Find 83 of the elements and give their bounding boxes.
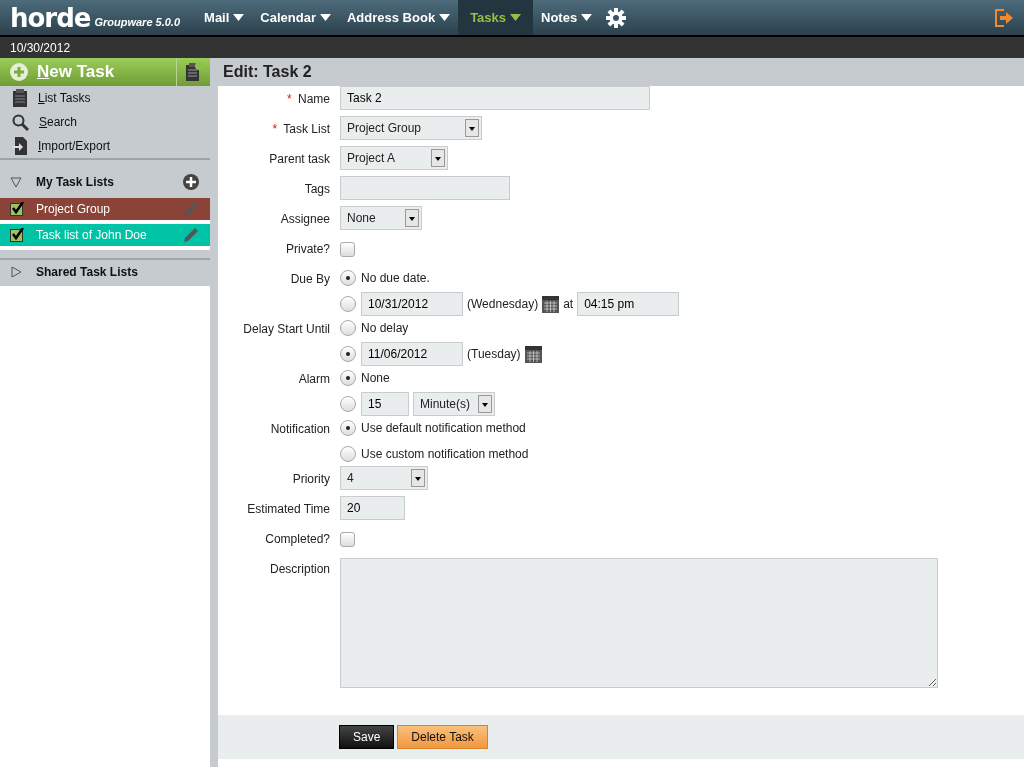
field-label: Task List bbox=[283, 122, 330, 136]
checkbox[interactable] bbox=[10, 202, 24, 216]
field-label: Priority bbox=[292, 472, 330, 486]
import-export-icon bbox=[12, 137, 28, 155]
section-title: Shared Task Lists bbox=[36, 265, 138, 279]
caret-icon bbox=[510, 14, 522, 21]
plus-icon bbox=[10, 63, 28, 81]
triangle-icon[interactable] bbox=[10, 266, 22, 278]
caret-icon bbox=[320, 14, 331, 21]
field-label: Private? bbox=[285, 242, 330, 256]
page-title: Edit: Task 2 bbox=[218, 58, 1024, 86]
dropdown[interactable]: Minute(s) bbox=[413, 392, 495, 416]
clipboard-icon bbox=[12, 89, 28, 107]
radio-button[interactable] bbox=[340, 446, 356, 462]
field-label: Completed? bbox=[265, 532, 330, 546]
option-label: at bbox=[563, 297, 574, 311]
checkbox[interactable] bbox=[340, 242, 355, 257]
triangle-icon[interactable] bbox=[10, 176, 22, 188]
radio-button[interactable] bbox=[340, 420, 356, 436]
checkbox[interactable] bbox=[10, 228, 24, 242]
field-label: Alarm bbox=[298, 372, 330, 386]
nav-menu[interactable]: Calendar bbox=[252, 0, 339, 35]
input-field[interactable]: 11/06/2012 bbox=[361, 342, 463, 366]
option-label: No due date. bbox=[361, 271, 430, 285]
option-label: Use custom notification method bbox=[361, 447, 529, 461]
sidebar-link[interactable]: List Tasks bbox=[0, 86, 210, 110]
sidebar-link[interactable]: Search bbox=[0, 110, 210, 134]
logout-icon[interactable] bbox=[995, 8, 1014, 27]
calendar-icon[interactable] bbox=[524, 345, 542, 363]
nav-menu[interactable]: Notes bbox=[533, 0, 601, 35]
input-field[interactable]: 04:15 pm bbox=[577, 292, 680, 316]
field-label: Parent task bbox=[269, 152, 330, 166]
section-title: My Task Lists bbox=[36, 175, 114, 189]
required-asterisk: * bbox=[286, 92, 292, 106]
input-field[interactable]: Task 2 bbox=[340, 86, 650, 110]
current-date: 10/30/2012 bbox=[10, 40, 71, 55]
field-label: Description bbox=[269, 562, 330, 576]
option-label: (Tuesday) bbox=[467, 347, 521, 361]
input-field[interactable]: 15 bbox=[361, 392, 409, 416]
radio-button[interactable] bbox=[340, 296, 356, 312]
clipboard-add-icon[interactable] bbox=[185, 62, 203, 82]
required-asterisk: * bbox=[272, 122, 278, 136]
delete-button[interactable]: Delete Task bbox=[397, 725, 488, 749]
field-label: Delay Start Until bbox=[243, 322, 330, 336]
radio-button[interactable] bbox=[340, 270, 356, 286]
calendar-icon[interactable] bbox=[542, 295, 560, 313]
option-label: (Wednesday) bbox=[467, 297, 539, 311]
dropdown[interactable]: 4 bbox=[340, 466, 428, 490]
input-field[interactable]: 10/31/2012 bbox=[361, 292, 463, 316]
field-label: Estimated Time bbox=[247, 502, 330, 516]
checkbox[interactable] bbox=[340, 532, 355, 547]
search-icon bbox=[12, 113, 29, 131]
dropdown[interactable]: Project Group bbox=[340, 116, 482, 140]
field-label: Assignee bbox=[280, 212, 330, 226]
nav-menu[interactable]: Address Book bbox=[339, 0, 459, 35]
add-icon[interactable] bbox=[183, 174, 199, 190]
nav-menu[interactable]: Tasks bbox=[458, 0, 534, 35]
radio-button[interactable] bbox=[340, 320, 356, 336]
caret-icon bbox=[439, 14, 451, 21]
input-field[interactable]: 20 bbox=[340, 496, 405, 520]
dropdown[interactable]: None bbox=[340, 206, 422, 230]
pencil-icon[interactable] bbox=[182, 226, 200, 244]
radio-button[interactable] bbox=[340, 396, 356, 412]
task-list-item[interactable]: Project Group bbox=[0, 198, 210, 220]
caret-icon bbox=[581, 14, 593, 21]
field-label: Due By bbox=[290, 272, 330, 286]
input-field[interactable] bbox=[340, 176, 510, 200]
radio-button[interactable] bbox=[340, 346, 356, 362]
option-label: Use default notification method bbox=[361, 421, 526, 435]
field-label: Name bbox=[298, 92, 330, 106]
radio-button[interactable] bbox=[340, 370, 356, 386]
option-label: None bbox=[361, 371, 390, 385]
description-field[interactable] bbox=[340, 558, 938, 688]
field-label: Notification bbox=[270, 422, 330, 436]
dropdown[interactable]: Project A bbox=[340, 146, 448, 170]
product-version: Groupware 5.0.0 bbox=[94, 15, 181, 28]
sidebar-link[interactable]: Import/Export bbox=[0, 134, 210, 158]
field-label: Tags bbox=[304, 182, 330, 196]
caret-icon bbox=[233, 14, 245, 21]
logo: horde bbox=[10, 4, 91, 31]
save-button[interactable]: Save bbox=[339, 725, 395, 749]
option-label: No delay bbox=[361, 321, 409, 335]
nav-menu[interactable]: Mail bbox=[196, 0, 253, 35]
